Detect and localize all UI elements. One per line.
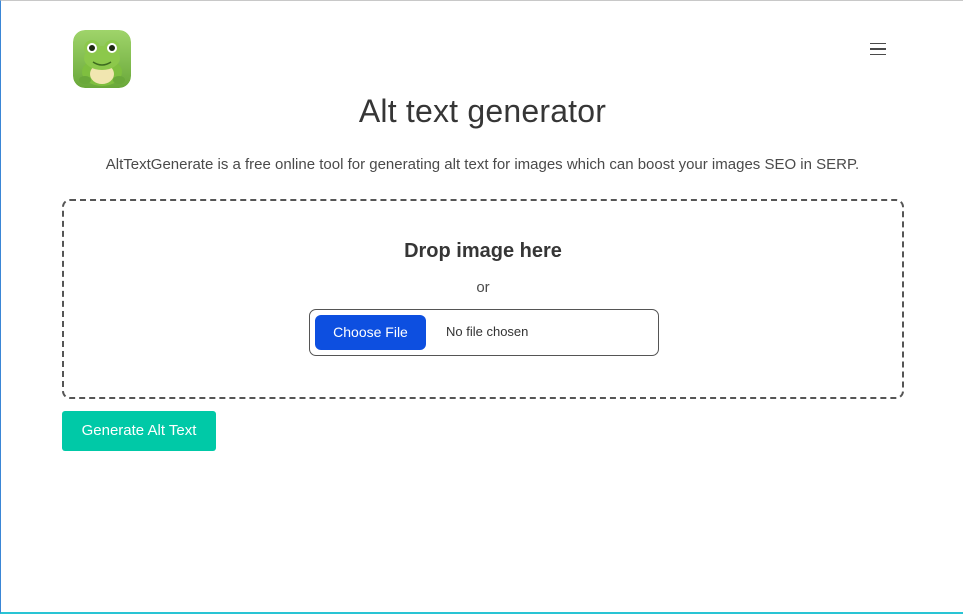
file-input[interactable]: Choose File No file chosen: [309, 309, 659, 356]
page-container: Alt text generator AltTextGenerate is a …: [0, 0, 963, 614]
generate-alt-text-button[interactable]: Generate Alt Text: [62, 411, 216, 451]
page-subtitle: AltTextGenerate is a free online tool fo…: [105, 156, 860, 173]
choose-file-button[interactable]: Choose File: [315, 315, 426, 350]
menu-line: [870, 53, 886, 56]
drop-zone-title: Drop image here: [404, 240, 562, 262]
hamburger-menu-icon[interactable]: [867, 39, 889, 59]
menu-line: [870, 42, 886, 45]
page-title: Alt text generator: [358, 93, 607, 129]
menu-line: [870, 48, 886, 50]
or-separator: or: [476, 279, 490, 296]
image-drop-zone[interactable]: Drop image here or Choose File No file c…: [62, 199, 904, 399]
file-status-text: No file chosen: [446, 324, 529, 339]
frog-logo-icon[interactable]: [73, 30, 131, 88]
